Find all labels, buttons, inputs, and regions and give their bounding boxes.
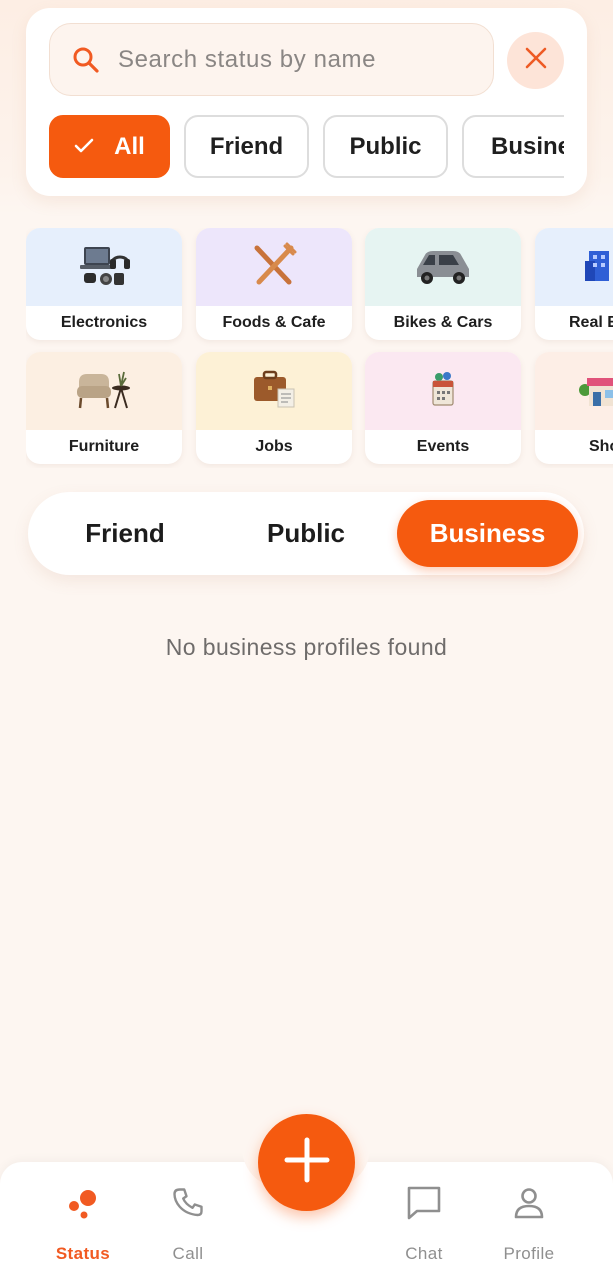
category-jobs[interactable]: Jobs xyxy=(196,352,352,464)
segment-label: Business xyxy=(429,518,546,548)
category-foods-cafe[interactable]: Foods & Cafe xyxy=(196,228,352,340)
chip-public[interactable]: Public xyxy=(323,115,448,178)
category-grid: Electronics Foods & Cafe Bikes & Cars Re… xyxy=(26,228,613,468)
category-thumb xyxy=(365,228,521,306)
clear-search-button[interactable] xyxy=(507,32,564,89)
nav-label: Chat xyxy=(405,1244,443,1263)
category-shops[interactable]: Sho xyxy=(535,352,613,464)
category-thumb xyxy=(196,352,352,430)
category-thumb xyxy=(26,352,182,430)
car-icon xyxy=(411,243,475,292)
category-label: Sho xyxy=(589,438,613,455)
category-furniture[interactable]: Furniture xyxy=(26,352,182,464)
category-real-estate[interactable]: Real E xyxy=(535,228,613,340)
chip-label: Public xyxy=(349,132,422,160)
add-status-button[interactable] xyxy=(258,1114,355,1211)
segment-friend[interactable]: Friend xyxy=(28,500,222,567)
nav-chat[interactable]: Chat xyxy=(379,1184,469,1264)
chip-label: Friend xyxy=(209,132,284,160)
category-thumb xyxy=(535,228,613,306)
search-icon xyxy=(72,46,100,74)
category-events[interactable]: Events xyxy=(365,352,521,464)
category-label: Foods & Cafe xyxy=(222,314,326,331)
chip-business[interactable]: Busine xyxy=(462,115,564,178)
category-label: Jobs xyxy=(255,438,293,455)
category-thumb xyxy=(26,228,182,306)
chip-friend[interactable]: Friend xyxy=(184,115,309,178)
category-label: Real E xyxy=(569,314,613,331)
segment-public[interactable]: Public xyxy=(212,500,400,567)
nav-label: Profile xyxy=(503,1244,555,1263)
category-bikes-cars[interactable]: Bikes & Cars xyxy=(365,228,521,340)
category-thumb xyxy=(535,352,613,430)
search-field[interactable] xyxy=(49,23,494,96)
category-label: Bikes & Cars xyxy=(393,314,493,331)
search-input[interactable] xyxy=(118,45,448,74)
nav-label: Status xyxy=(55,1244,111,1263)
category-electronics[interactable]: Electronics xyxy=(26,228,182,340)
filter-chip-row: All Friend Public Busine xyxy=(49,115,564,179)
profile-type-segmented-control: Friend Public Business xyxy=(28,492,584,575)
plus-icon xyxy=(283,1136,331,1189)
status-icon xyxy=(66,1184,100,1222)
shop-icon xyxy=(579,368,613,415)
electronics-icon xyxy=(78,241,130,294)
nav-status[interactable]: Status xyxy=(38,1184,128,1264)
nav-label: Call xyxy=(172,1244,204,1263)
chip-label: Busine xyxy=(491,132,564,160)
category-label: Furniture xyxy=(68,438,140,455)
briefcase-icon xyxy=(250,367,298,416)
category-label: Electronics xyxy=(60,314,148,331)
check-icon xyxy=(74,133,94,161)
close-icon xyxy=(524,46,548,75)
category-thumb xyxy=(196,228,352,306)
phone-icon xyxy=(170,1184,206,1222)
search-filter-card: All Friend Public Busine xyxy=(26,8,587,196)
chat-icon xyxy=(405,1184,443,1222)
segment-business[interactable]: Business xyxy=(397,500,578,567)
segment-label: Friend xyxy=(85,518,165,548)
armchair-icon xyxy=(75,366,133,417)
category-thumb xyxy=(365,352,521,430)
chip-all[interactable]: All xyxy=(49,115,170,178)
nav-call[interactable]: Call xyxy=(143,1184,233,1264)
segment-label: Public xyxy=(266,518,345,548)
building-icon xyxy=(585,245,613,290)
calendar-icon xyxy=(429,371,457,412)
fork-knife-icon xyxy=(251,242,297,293)
nav-profile[interactable]: Profile xyxy=(484,1184,574,1264)
chip-label: All xyxy=(114,132,145,160)
profile-icon xyxy=(512,1184,546,1222)
category-label: Events xyxy=(416,438,470,455)
empty-state-message: No business profiles found xyxy=(165,634,448,660)
